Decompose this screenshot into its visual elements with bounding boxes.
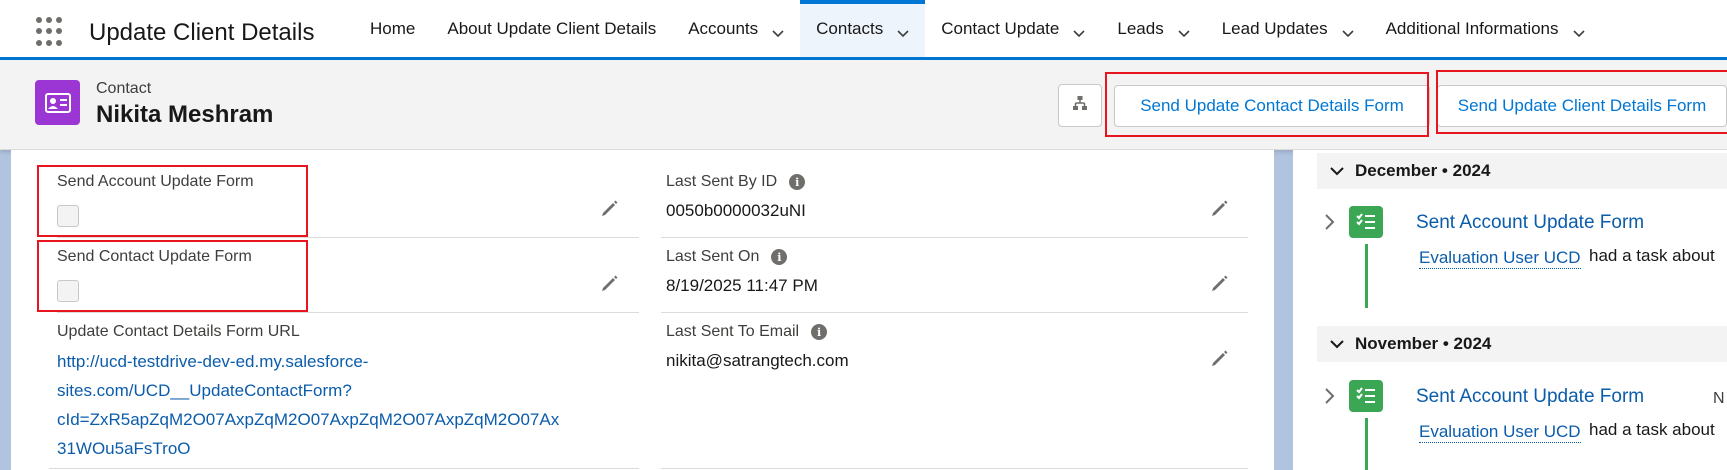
field-label: Send Account Update Form	[57, 173, 254, 190]
app-launcher-icon[interactable]	[36, 17, 66, 47]
task-user-link[interactable]: Evaluation User UCD	[1419, 248, 1581, 269]
send-account-update-form-field: Send Account Update Form	[57, 173, 254, 227]
chevron-right-icon[interactable]	[1323, 213, 1337, 231]
form-url-link-line[interactable]: http://ucd-testdrive-dev-ed.my.salesforc…	[57, 347, 559, 376]
field-label: Send Contact Update Form	[57, 248, 252, 265]
task-description: had a task about	[1589, 246, 1715, 265]
chevron-down-icon[interactable]	[1572, 23, 1585, 37]
form-url-link-line[interactable]: cId=ZxR5apZqM2O07AxpZqM2O07AxpZqM2O07Axp…	[57, 405, 559, 434]
chevron-down-icon[interactable]	[1342, 23, 1354, 37]
divider	[57, 237, 639, 238]
nav-tab-additional-informations[interactable]: Additional Informations	[1370, 0, 1601, 57]
nav-tabs: Home About Update Client Details Accounts C…	[354, 0, 1601, 57]
chevron-down-icon	[1329, 336, 1345, 352]
task-icon	[1349, 206, 1383, 238]
nav-tab-leads[interactable]: Leads	[1101, 0, 1205, 57]
timeline-line	[1365, 244, 1368, 308]
nav-tab-contacts[interactable]: Contacts	[800, 0, 926, 57]
task-user-link[interactable]: Evaluation User UCD	[1419, 422, 1581, 443]
divider	[57, 312, 639, 313]
task-description: had a task about	[1589, 420, 1715, 439]
divider	[661, 468, 1248, 469]
hierarchy-button[interactable]	[1058, 84, 1102, 127]
send-contact-update-form-field: Send Contact Update Form	[57, 248, 252, 302]
last-sent-on-value: 8/19/2025 11:47 PM	[666, 276, 818, 295]
nav-tab-label: Additional Informations	[1385, 18, 1559, 38]
contact-icon	[35, 80, 80, 125]
timeline-line	[1365, 418, 1368, 470]
chevron-down-icon[interactable]	[772, 23, 784, 37]
last-sent-by-id-value: 0050b0000032uNI	[666, 201, 806, 220]
send-account-update-form-checkbox[interactable]	[57, 205, 79, 227]
send-contact-form-button[interactable]: Send Update Contact Details Form	[1114, 85, 1430, 127]
form-url-link-line[interactable]: sites.com/UCD__UpdateContactForm?	[57, 376, 559, 405]
send-contact-update-form-checkbox[interactable]	[57, 280, 79, 302]
chevron-right-icon[interactable]	[1323, 387, 1337, 405]
timeline-group-header[interactable]: November • 2024	[1317, 326, 1727, 362]
edit-pencil-icon[interactable]	[1210, 348, 1230, 368]
nav-tab-label: Home	[370, 18, 416, 38]
field-label: Last Sent To Email	[666, 323, 800, 340]
nav-tab-accounts[interactable]: Accounts	[672, 0, 800, 57]
divider	[661, 237, 1248, 238]
nav-tab-contact-update[interactable]: Contact Update	[925, 0, 1101, 57]
nav-tab-label: Leads	[1117, 18, 1164, 38]
chevron-down-icon[interactable]	[897, 23, 909, 37]
edit-pencil-icon[interactable]	[600, 198, 620, 218]
timeline-group-label: November • 2024	[1355, 334, 1492, 353]
record-header: Contact Nikita Meshram Send Update Conta…	[0, 60, 1727, 150]
field-label: Last Sent By ID	[666, 173, 778, 190]
nav-tab-home[interactable]: Home	[354, 0, 431, 57]
task-title-link[interactable]: Sent Account Update Form	[1416, 212, 1644, 234]
info-icon[interactable]: i	[789, 174, 806, 190]
task-icon	[1349, 380, 1383, 412]
field-label: Last Sent On	[666, 248, 760, 265]
edit-pencil-icon[interactable]	[600, 273, 620, 293]
chevron-down-icon[interactable]	[1178, 23, 1190, 37]
entity-label: Contact	[96, 80, 152, 97]
activity-timeline: December • 2024 Sent Account Update Form…	[1293, 150, 1727, 470]
form-url-field: Update Contact Details Form URL http://u…	[57, 323, 559, 463]
details-panel: Send Account Update Form Send Contact Up…	[11, 150, 1274, 470]
field-label: Update Contact Details Form URL	[57, 323, 300, 340]
truncated-text: N	[1713, 390, 1725, 407]
timeline-group-header[interactable]: December • 2024	[1317, 153, 1727, 189]
nav-tab-label: Contacts	[816, 18, 884, 38]
nav-tab-about-update-client-details[interactable]: About Update Client Details	[431, 0, 672, 57]
task-title-link[interactable]: Sent Account Update Form	[1416, 386, 1644, 408]
last-sent-by-id-field: Last Sent By ID i 0050b0000032uNI	[666, 173, 806, 221]
nav-tab-label: Contact Update	[941, 18, 1060, 38]
edit-pencil-icon[interactable]	[1210, 198, 1230, 218]
info-icon[interactable]: i	[811, 324, 828, 340]
global-nav-bar: Update Client Details Home About Update C…	[0, 0, 1727, 60]
edit-pencil-icon[interactable]	[1210, 273, 1230, 293]
divider	[661, 312, 1248, 313]
app-name: Update Client Details	[89, 19, 315, 46]
last-sent-to-email-value: nikita@satrangtech.com	[666, 351, 849, 370]
divider	[49, 468, 639, 469]
record-name: Nikita Meshram	[96, 101, 274, 128]
form-url-link-line[interactable]: 31WOu5aFsTroO	[57, 434, 559, 463]
nav-tab-label: Lead Updates	[1221, 18, 1328, 38]
nav-tab-label: Accounts	[688, 18, 759, 38]
timeline-group-label: December • 2024	[1355, 161, 1491, 180]
chevron-down-icon	[1329, 163, 1345, 179]
nav-tab-lead-updates[interactable]: Lead Updates	[1206, 0, 1370, 57]
nav-tab-label: About Update Client Details	[447, 18, 657, 38]
hierarchy-icon	[1072, 95, 1088, 116]
info-icon[interactable]: i	[771, 249, 788, 265]
chevron-down-icon[interactable]	[1073, 23, 1085, 37]
last-sent-to-email-field: Last Sent To Email i nikita@satrangtech.c…	[666, 323, 849, 371]
last-sent-on-field: Last Sent On i 8/19/2025 11:47 PM	[666, 248, 818, 296]
send-client-form-button[interactable]: Send Update Client Details Form	[1437, 85, 1727, 127]
